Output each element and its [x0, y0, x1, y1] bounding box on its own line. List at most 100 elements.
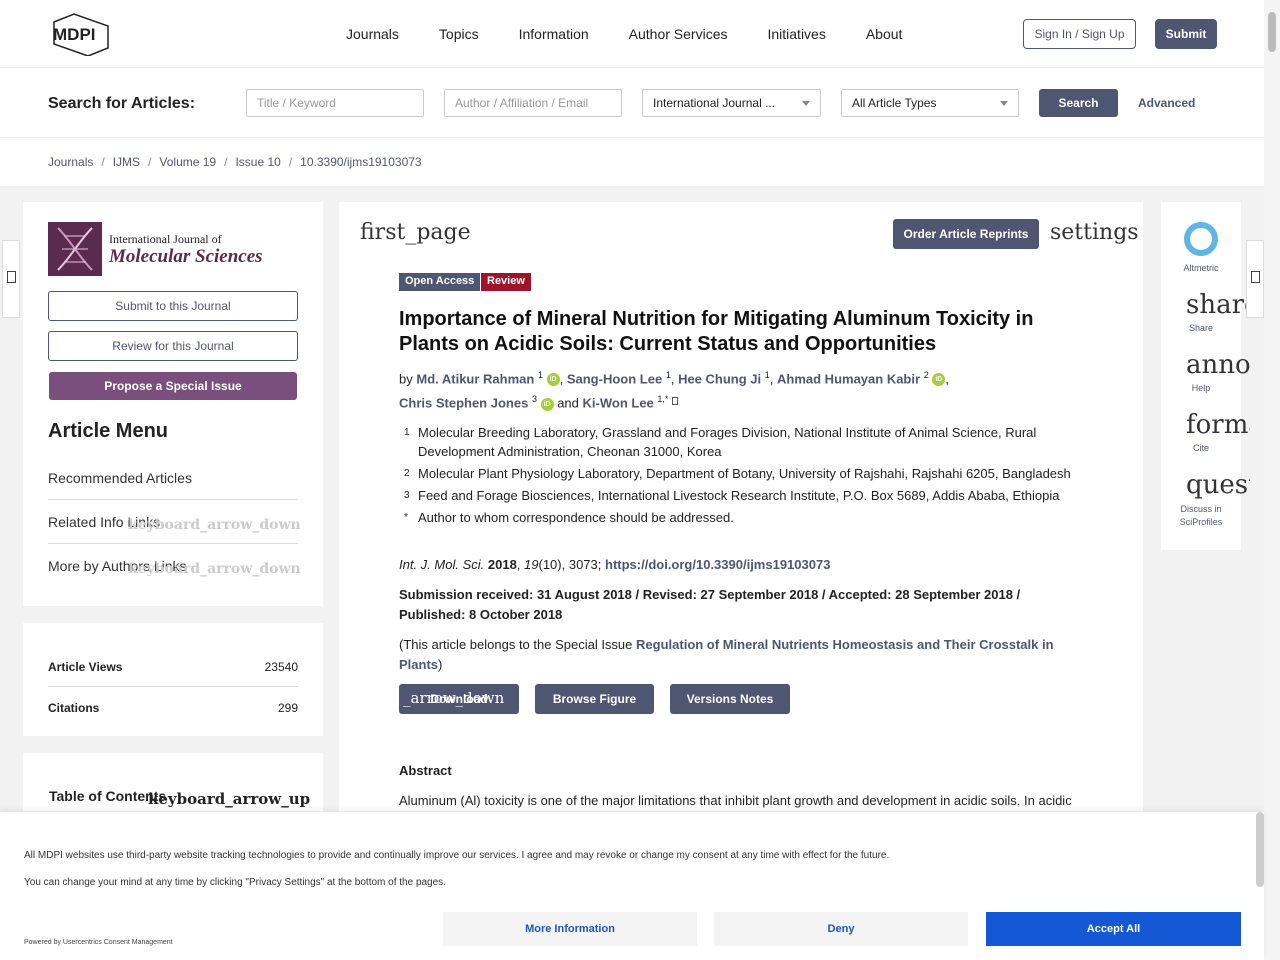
orcid-icon[interactable]: iD — [932, 373, 946, 387]
search-label: Search for Articles: — [48, 95, 196, 112]
nav-about[interactable]: About — [866, 26, 903, 42]
right-side-tab[interactable] — [1246, 240, 1264, 318]
breadcrumb-bar: Journals / IJMS / Volume 19 / Issue 10 / 10.… — [0, 138, 1264, 186]
signin-button[interactable]: Sign In / Sign Up — [1023, 19, 1136, 49]
consent-banner: All MDPI websites use third-party websit… — [0, 811, 1264, 960]
citations-label: Citations — [48, 701, 100, 715]
nav-author-services[interactable]: Author Services — [629, 26, 728, 42]
menu-item-related-info[interactable]: Related Info Links keyboard_arrow_down — [48, 500, 301, 544]
article-views-row: Article Views 23540 — [48, 660, 298, 674]
altmetric-label[interactable]: Altmetric — [1176, 263, 1226, 273]
doi-link[interactable]: https://doi.org/10.3390/ijms19103073 — [605, 557, 830, 572]
breadcrumb-doi: 10.3390/ijms19103073 — [300, 155, 422, 169]
nav-journals[interactable]: Journals — [346, 26, 399, 42]
nav-initiatives[interactable]: Initiatives — [767, 26, 825, 42]
menu-item-more-by-authors[interactable]: More by Authors Links keyboard_arrow_dow… — [48, 544, 301, 588]
help-icon[interactable]: announcement — [1186, 350, 1250, 380]
author-affil-sup: 1,* — [657, 394, 669, 405]
more-information-button[interactable]: More Information — [443, 912, 697, 946]
author-link[interactable]: Ki-Won Lee — [583, 396, 654, 411]
orcid-icon[interactable]: iD — [540, 397, 554, 411]
special-prefix: (This article belongs to the Special Iss… — [399, 637, 633, 652]
cite-icon[interactable]: format_quote — [1186, 410, 1250, 440]
left-side-tab[interactable] — [2, 240, 20, 318]
submit-to-journal-button[interactable]: Submit to this Journal — [48, 291, 298, 321]
first-page-icon[interactable]: first_page — [360, 220, 471, 245]
altmetric-icon[interactable] — [1184, 222, 1218, 256]
citations-row: Citations 299 — [48, 701, 298, 715]
special-suffix: ) — [438, 657, 443, 672]
breadcrumb: Journals / IJMS / Volume 19 / Issue 10 / 10.… — [48, 155, 422, 169]
nav-information[interactable]: Information — [519, 26, 589, 42]
mdpi-logo[interactable]: MDPI — [48, 12, 112, 56]
publication-dates: Submission received: 31 August 2018 / Re… — [399, 587, 1021, 622]
download-button[interactable]: Download — [399, 684, 519, 714]
page-icon — [7, 271, 16, 283]
discuss-icon[interactable]: question_answer — [1186, 470, 1250, 500]
share-icon[interactable]: share — [1186, 290, 1250, 320]
chevron-up-icon[interactable]: keyboard_arrow_up — [148, 790, 310, 808]
nav-topics[interactable]: Topics — [439, 26, 479, 42]
author-link[interactable]: Chris Stephen Jones — [399, 396, 528, 411]
journal-select[interactable]: International Journal ... — [642, 89, 821, 117]
review-badge: Review — [481, 273, 531, 291]
email-icon[interactable] — [672, 396, 679, 405]
review-for-journal-button[interactable]: Review for this Journal — [48, 331, 298, 361]
affiliation-item: * Author to whom correspondence should be… — [404, 508, 1094, 527]
site-header: MDPI Journals Topics Information Author … — [0, 0, 1264, 68]
author-link[interactable]: Md. Atikur Rahman — [416, 371, 534, 386]
help-label[interactable]: Help — [1176, 383, 1226, 393]
breadcrumb-issue[interactable]: Issue 10 — [235, 155, 280, 169]
menu-item-label: Recommended Articles — [48, 470, 192, 486]
advanced-search-link[interactable]: Advanced — [1138, 96, 1195, 110]
affiliation-text: Molecular Plant Physiology Laboratory, D… — [418, 466, 1071, 481]
menu-item-recommended[interactable]: Recommended Articles — [48, 456, 298, 500]
main-nav: Journals Topics Information Author Servi… — [346, 26, 902, 42]
accept-all-button[interactable]: Accept All — [986, 912, 1241, 946]
orcid-icon[interactable]: iD — [546, 373, 560, 387]
discuss-label[interactable]: Discuss in SciProfiles — [1172, 503, 1230, 529]
browse-figure-button[interactable]: Browse Figure — [535, 684, 654, 714]
affiliation-number: 3 — [404, 490, 410, 501]
consent-powered-by[interactable]: Powered by Usercentrics Consent Manageme… — [24, 939, 173, 946]
order-reprints-button[interactable]: Order Article Reprints — [893, 219, 1039, 249]
citation-line: Int. J. Mol. Sci. 2018, 19(10), 3073; ht… — [399, 557, 831, 572]
author-link[interactable]: Sang-Hoon Lee — [567, 371, 662, 386]
consent-scrollbar-thumb[interactable] — [1256, 812, 1264, 887]
article-views-value: 23540 — [264, 660, 298, 674]
author-list: by Md. Atikur Rahman 1 iD, Sang-Hoon Lee… — [399, 370, 949, 411]
share-label[interactable]: Share — [1176, 323, 1226, 333]
affiliation-number: 1 — [404, 427, 410, 438]
affiliation-item: 3 Feed and Forage Biosciences, Internatio… — [404, 486, 1094, 505]
breadcrumb-ijms[interactable]: IJMS — [113, 155, 140, 169]
author-link[interactable]: Hee Chung Ji — [678, 371, 761, 386]
open-access-badge[interactable]: Open Access — [399, 273, 481, 291]
consent-text-2: You can change your mind at any time by … — [24, 877, 446, 888]
scrollbar-thumb[interactable] — [1268, 12, 1276, 52]
title-keyword-input[interactable]: Title / Keyword — [246, 89, 424, 117]
submit-button[interactable]: Submit — [1155, 19, 1217, 49]
citation-year: 2018 — [487, 557, 517, 572]
deny-button[interactable]: Deny — [714, 912, 968, 946]
author-affil-sup: 3 — [531, 394, 537, 405]
affiliation-number: * — [404, 512, 408, 523]
author-input[interactable]: Author / Affiliation / Email — [444, 89, 622, 117]
cite-label[interactable]: Cite — [1176, 443, 1226, 453]
article-type-select[interactable]: All Article Types — [841, 89, 1019, 117]
author-link[interactable]: Ahmad Humayan Kabir — [777, 371, 920, 386]
article-menu-title: Article Menu — [48, 420, 169, 442]
affiliation-item: 2 Molecular Plant Physiology Laboratory, … — [404, 464, 1094, 483]
page-scrollbar[interactable] — [1264, 0, 1280, 960]
journal-logo[interactable]: International Journal of Molecular Scien… — [48, 222, 288, 276]
breadcrumb-volume[interactable]: Volume 19 — [159, 155, 216, 169]
abstract-title: Abstract — [399, 763, 452, 778]
author-affil-sup: 1 — [537, 370, 543, 380]
settings-icon[interactable]: settings — [1050, 220, 1139, 245]
breadcrumb-separator: / — [288, 155, 293, 169]
breadcrumb-separator: / — [148, 155, 152, 169]
divider — [48, 686, 298, 687]
search-button[interactable]: Search — [1039, 89, 1118, 117]
breadcrumb-journals[interactable]: Journals — [48, 155, 93, 169]
versions-notes-button[interactable]: Versions Notes — [670, 684, 790, 714]
propose-special-issue-button[interactable]: Propose a Special Issue — [49, 372, 297, 400]
